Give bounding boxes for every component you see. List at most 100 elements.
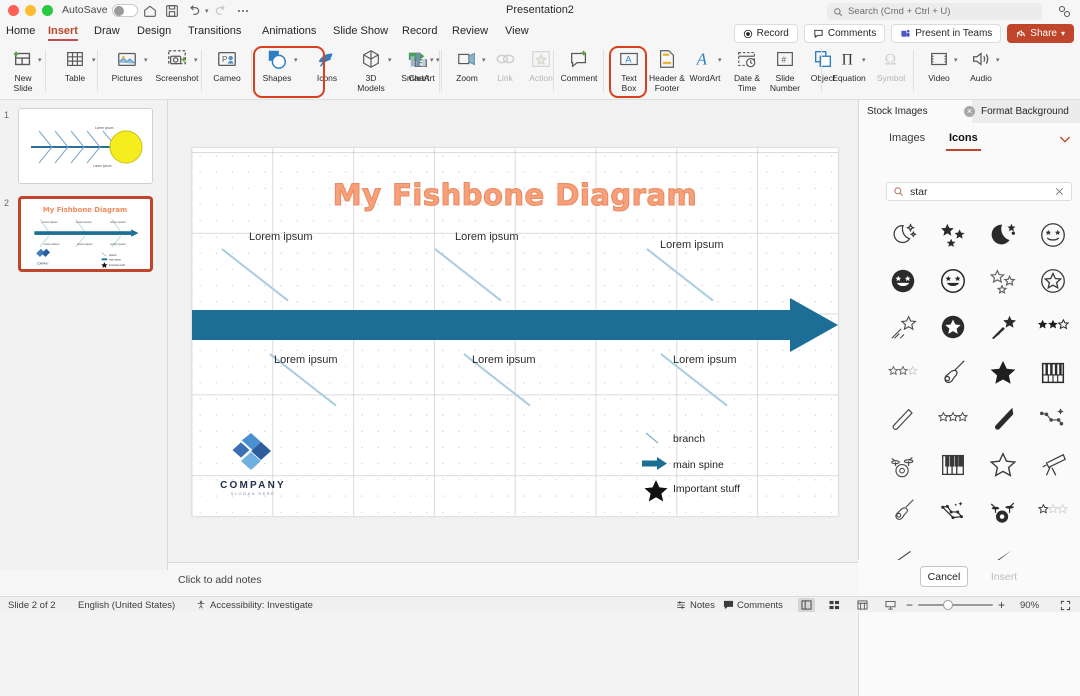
ribbon-screenshot[interactable]: Screenshot — [154, 46, 200, 84]
subtab-images[interactable]: Images — [889, 132, 925, 144]
notes-button-label[interactable]: Notes — [690, 600, 715, 611]
main-spine-bar[interactable] — [192, 310, 792, 340]
icon-result-constellation-filled[interactable] — [928, 488, 978, 534]
branch-label-bottom-1[interactable]: Lorem ipsum — [274, 354, 338, 366]
record-button[interactable]: Record — [733, 24, 798, 43]
slide-thumbnail-pane[interactable]: 1 Lorem ipsum Lorem ipsum 2 My Fishbone … — [0, 100, 168, 570]
ribbon-new-slide[interactable]: New Slide — [0, 46, 46, 93]
slide-sorter-icon[interactable] — [826, 598, 843, 612]
cancel-button[interactable]: Cancel — [920, 566, 968, 587]
legend-label-important-stuff[interactable]: Important stuff — [673, 483, 740, 495]
pictures-chevron-down-icon[interactable]: ▾ — [144, 56, 148, 64]
legend-label-branch[interactable]: branch — [673, 433, 705, 445]
ribbon-equation[interactable]: Π Equation — [826, 46, 872, 84]
branch-label-top-1[interactable]: Lorem ipsum — [249, 231, 313, 243]
subtab-icons[interactable]: Icons — [946, 132, 981, 151]
zoom-out-button[interactable]: − — [906, 598, 913, 612]
ribbon-cameo[interactable]: P Cameo — [204, 46, 250, 84]
tab-home[interactable]: Home — [6, 25, 35, 37]
ribbon-comment[interactable]: Comment — [556, 46, 602, 84]
tab-slide-show[interactable]: Slide Show — [333, 25, 388, 37]
language-label[interactable]: English (United States) — [78, 600, 175, 611]
slideshow-icon[interactable] — [882, 598, 899, 612]
icon-result-moon-stars-outline[interactable] — [878, 212, 928, 258]
icon-result-piano-keys-outline[interactable] — [928, 442, 978, 488]
new-slide-chevron-down-icon[interactable]: ▾ — [38, 56, 42, 64]
slide-canvas[interactable]: My Fishbone Diagram Lorem ipsum Lorem ip… — [192, 148, 838, 516]
reading-view-icon[interactable] — [854, 598, 871, 612]
3d-chevron-down-icon[interactable]: ▾ — [388, 56, 392, 64]
slide-thumbnail-1[interactable]: Lorem ipsum Lorem ipsum — [18, 108, 153, 184]
icon-search-field[interactable] — [886, 182, 1072, 201]
icon-result-electric-guitar[interactable] — [928, 350, 978, 396]
comments-button[interactable]: Comments — [803, 24, 886, 43]
icon-result-two-and-half-stars[interactable] — [1028, 304, 1078, 350]
ribbon-3d-models[interactable]: 3D Models — [348, 46, 394, 93]
icon-results-grid[interactable] — [878, 212, 1078, 563]
icon-result-shooting-star-filled[interactable] — [978, 304, 1028, 350]
branch-label-bottom-3[interactable]: Lorem ipsum — [673, 354, 737, 366]
fit-to-window-icon[interactable] — [1060, 600, 1071, 611]
video-chevron-down-icon[interactable]: ▾ — [954, 56, 958, 64]
search-box[interactable]: Search (Cmd + Ctrl + U) — [827, 3, 1042, 20]
slide-thumbnail-2[interactable]: My Fishbone Diagram Lorem ipsum Lorem ip… — [18, 196, 153, 272]
tab-format-background[interactable]: Format Background — [977, 100, 1069, 123]
search-input[interactable] — [910, 185, 1040, 198]
branch-label-top-3[interactable]: Lorem ipsum — [660, 239, 724, 251]
company-logo[interactable]: COMPANY SLOGAN HERE — [214, 433, 292, 496]
shapes-chevron-down-icon[interactable]: ▾ — [294, 56, 298, 64]
icon-result-three-stars-filled[interactable] — [928, 212, 978, 258]
icon-result-constellation-outline[interactable] — [1028, 396, 1078, 442]
icon-result-drum-kit-outline[interactable] — [878, 442, 928, 488]
icon-result-star-in-circle-filled[interactable] — [928, 304, 978, 350]
zoom-slider-track[interactable] — [918, 604, 993, 606]
slide-title[interactable]: My Fishbone Diagram — [192, 177, 838, 212]
tab-design[interactable]: Design — [137, 25, 171, 37]
icon-result-shooting-star-outline[interactable] — [878, 304, 928, 350]
icon-result-rating-two-stars-outline[interactable] — [878, 350, 928, 396]
equation-chevron-down-icon[interactable]: ▾ — [862, 56, 866, 64]
icon-result-telescope[interactable] — [1028, 442, 1078, 488]
tab-view[interactable]: View — [505, 25, 529, 37]
chart-chevron-down-icon[interactable]: ▾ — [436, 56, 440, 64]
icon-result-star-eyes-face-outline[interactable] — [1028, 212, 1078, 258]
icon-result-drum-kit-filled[interactable] — [978, 488, 1028, 534]
icon-result-star-outline[interactable] — [978, 442, 1028, 488]
icon-result-star-eyes-face-dark[interactable] — [928, 258, 978, 304]
ribbon-wordart[interactable]: A WordArt — [682, 46, 728, 84]
icon-result-star-filled[interactable] — [978, 350, 1028, 396]
ribbon-chart[interactable]: Chart — [396, 46, 442, 84]
wordart-chevron-down-icon[interactable]: ▾ — [718, 56, 722, 64]
icon-result-moon-star-filled[interactable] — [978, 212, 1028, 258]
tab-insert[interactable]: Insert — [48, 25, 78, 41]
icon-result-drumstick-filled[interactable] — [978, 396, 1028, 442]
comments-button-label[interactable]: Comments — [737, 600, 783, 611]
notes-pane[interactable]: Click to add notes — [168, 562, 858, 596]
icon-result-piano-keys-filled[interactable] — [1028, 350, 1078, 396]
zoom-slider-handle[interactable] — [943, 600, 953, 610]
icon-result-three-stars-outline[interactable] — [978, 258, 1028, 304]
share-link-icon[interactable] — [1057, 4, 1072, 19]
icon-result-star-in-circle-outline[interactable] — [1028, 258, 1078, 304]
tab-review[interactable]: Review — [452, 25, 488, 37]
icon-result-star-eyes-face-filled[interactable] — [878, 258, 928, 304]
chevron-down-icon[interactable] — [1057, 131, 1073, 147]
tab-stock-images[interactable]: Stock Images — [859, 100, 972, 123]
tab-transitions[interactable]: Transitions — [188, 25, 241, 37]
icon-result-guitar-outline[interactable] — [878, 488, 928, 534]
icon-result-three-stars-rating[interactable] — [928, 396, 978, 442]
tab-animations[interactable]: Animations — [262, 25, 316, 37]
ribbon-table[interactable]: Table — [52, 46, 98, 84]
ribbon-audio[interactable]: Audio — [958, 46, 1004, 84]
ribbon-shapes[interactable]: Shapes — [254, 46, 300, 84]
ribbon-video[interactable]: Video — [916, 46, 962, 84]
close-icon[interactable]: × — [964, 106, 975, 117]
normal-view-icon[interactable] — [798, 598, 815, 612]
branch-label-bottom-2[interactable]: Lorem ipsum — [472, 354, 536, 366]
screenshot-chevron-down-icon[interactable]: ▾ — [194, 56, 198, 64]
ribbon-icons[interactable]: Icons — [304, 46, 350, 84]
legend-label-main-spine[interactable]: main spine — [673, 459, 724, 471]
tab-draw[interactable]: Draw — [94, 25, 120, 37]
accessibility-label[interactable]: Accessibility: Investigate — [210, 600, 313, 611]
clear-icon[interactable] — [1054, 186, 1065, 197]
